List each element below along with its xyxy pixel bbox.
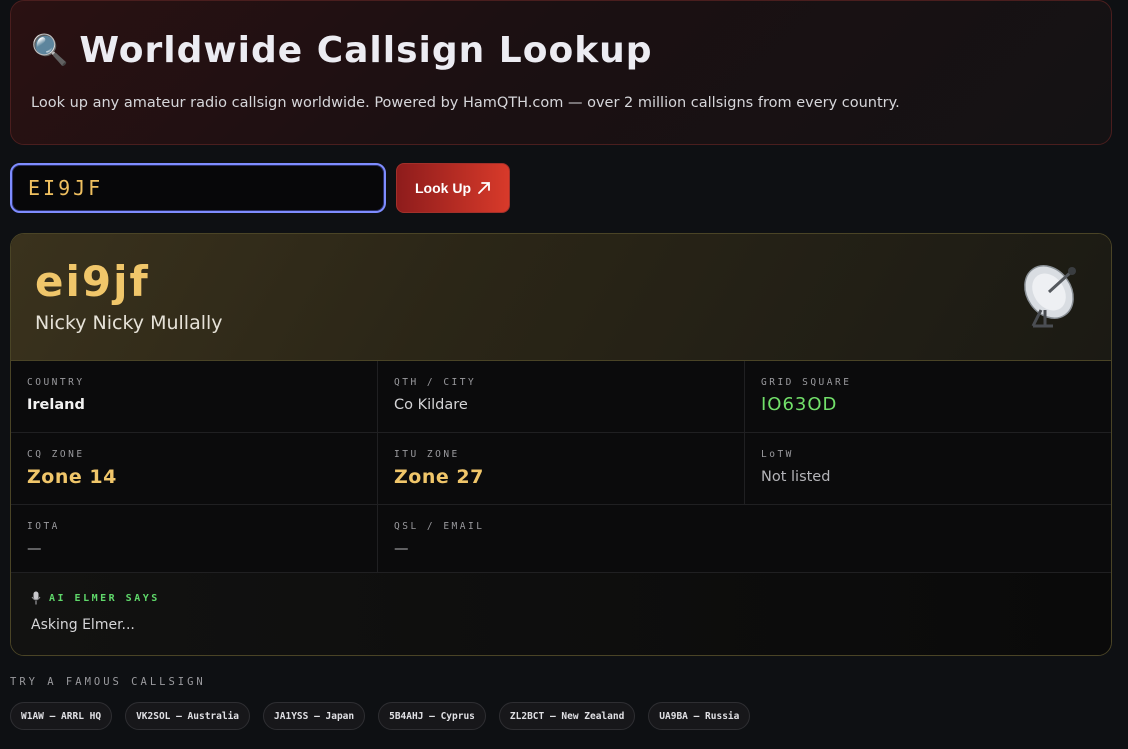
result-card: ei9jf Nicky Nicky Mullally COUNTRY Irela…	[10, 233, 1112, 656]
lookup-button-label: Look Up	[415, 180, 471, 196]
iota-label: IOTA	[27, 521, 60, 532]
magnifier-icon: 🔍	[31, 32, 70, 68]
lotw-cell: LoTW Not listed	[745, 433, 1111, 505]
qsl-label: QSL / EMAIL	[394, 521, 485, 532]
lotw-label: LoTW	[761, 449, 794, 460]
qth-label: QTH / CITY	[394, 377, 477, 388]
qth-cell: QTH / CITY Co Kildare	[378, 361, 745, 433]
cq-zone-cell: CQ ZONE Zone 14	[11, 433, 378, 505]
famous-callsign-chips: W1AW — ARRL HQ VK2SOL — Australia JA1YSS…	[10, 702, 751, 730]
country-label: COUNTRY	[27, 377, 85, 388]
iota-value: —	[27, 541, 42, 557]
famous-callsign-chip[interactable]: ZL2BCT — New Zealand	[498, 702, 636, 730]
famous-callsign-chip[interactable]: UA9BA — Russia	[648, 702, 751, 730]
ai-elmer-panel: AI ELMER SAYS Asking Elmer...	[11, 573, 1111, 655]
result-header: ei9jf Nicky Nicky Mullally	[11, 234, 1111, 361]
ai-elmer-header: AI ELMER SAYS	[31, 591, 1091, 605]
result-callsign: ei9jf	[35, 257, 150, 306]
grid-square-cell: GRID SQUARE IO63OD	[745, 361, 1111, 433]
arrow-up-right-icon	[478, 182, 490, 194]
search-row: Look Up	[10, 163, 510, 213]
qth-value: Co Kildare	[394, 397, 468, 413]
page-title-text: Worldwide Callsign Lookup	[79, 29, 653, 71]
ai-elmer-text: Asking Elmer...	[31, 617, 135, 633]
page-title: 🔍 Worldwide Callsign Lookup	[31, 25, 1091, 75]
grid-square-value: IO63OD	[761, 394, 838, 415]
iota-cell: IOTA —	[11, 505, 378, 573]
qsl-value: —	[394, 541, 409, 557]
famous-callsign-chip[interactable]: W1AW — ARRL HQ	[10, 702, 113, 730]
microphone-icon	[31, 591, 41, 605]
itu-zone-cell: ITU ZONE Zone 27	[378, 433, 745, 505]
hero-banner: 🔍 Worldwide Callsign Lookup Look up any …	[10, 0, 1112, 145]
itu-zone-value: Zone 27	[394, 466, 484, 488]
lotw-value: Not listed	[761, 469, 831, 485]
operator-name: Nicky Nicky Mullally	[35, 312, 223, 334]
qsl-cell: QSL / EMAIL —	[378, 505, 1111, 573]
famous-callsign-chip[interactable]: VK2SOL — Australia	[125, 702, 251, 730]
grid-square-label: GRID SQUARE	[761, 377, 852, 388]
ai-elmer-label: AI ELMER SAYS	[49, 592, 160, 604]
cq-zone-label: CQ ZONE	[27, 449, 85, 460]
satellite-dish-icon	[1024, 265, 1076, 328]
page-subtitle: Look up any amateur radio callsign world…	[31, 95, 900, 111]
country-cell: COUNTRY Ireland	[11, 361, 378, 433]
itu-zone-label: ITU ZONE	[394, 449, 460, 460]
country-value: Ireland	[27, 397, 85, 413]
cq-zone-value: Zone 14	[27, 466, 117, 488]
lookup-button[interactable]: Look Up	[396, 163, 510, 213]
callsign-search-input[interactable]	[10, 163, 386, 213]
famous-callsign-label: TRY A FAMOUS CALLSIGN	[10, 676, 206, 688]
famous-callsign-chip[interactable]: 5B4AHJ — Cyprus	[378, 702, 486, 730]
details-grid: COUNTRY Ireland QTH / CITY Co Kildare GR…	[11, 361, 1111, 573]
famous-callsign-chip[interactable]: JA1YSS — Japan	[263, 702, 366, 730]
